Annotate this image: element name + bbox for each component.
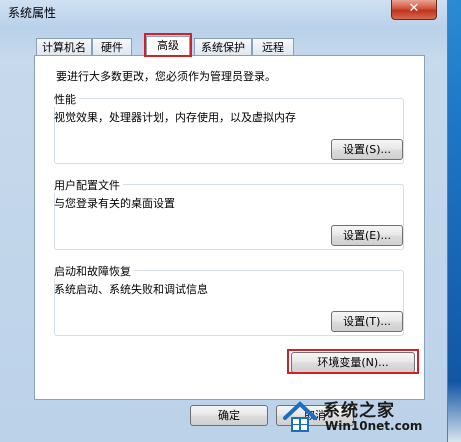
tab-remote[interactable]: 远程 xyxy=(252,38,294,55)
startup-recovery-description: 系统启动、系统失败和调试信息 xyxy=(54,283,208,296)
site-watermark: 系统之家 Win10net.com xyxy=(281,394,457,438)
close-button[interactable]: ✕ xyxy=(391,0,437,20)
startup-recovery-group: 启动和故障恢复 系统启动、系统失败和调试信息 设置(T)... xyxy=(54,263,404,336)
startup-recovery-label: 启动和故障恢复 xyxy=(54,263,134,279)
environment-variables-highlight xyxy=(287,349,419,374)
advanced-tab-panel: 要进行大多数更改，您必须作为管理员登录。 性能 视觉效果，处理器计划，内存使用，… xyxy=(34,55,425,400)
watermark-title: 系统之家 xyxy=(323,401,395,421)
house-logo-icon xyxy=(283,401,317,432)
performance-group: 性能 视觉效果，处理器计划，内存使用，以及虚拟内存 设置(S)... xyxy=(54,91,404,164)
performance-settings-button[interactable]: 设置(S)... xyxy=(331,139,403,160)
system-properties-window: 系统属性 ✕ 计算机名 硬件 高级 系统保护 远程 要进行大多数更改，您必须作为… xyxy=(0,0,448,442)
performance-label: 性能 xyxy=(54,91,79,107)
tab-computer-name[interactable]: 计算机名 xyxy=(36,38,92,55)
user-profiles-label: 用户配置文件 xyxy=(54,177,123,193)
user-profiles-description: 与您登录有关的桌面设置 xyxy=(54,197,175,210)
startup-recovery-settings-button[interactable]: 设置(T)... xyxy=(331,311,403,332)
window-title: 系统属性 xyxy=(8,6,57,20)
admin-note: 要进行大多数更改，您必须作为管理员登录。 xyxy=(56,70,276,83)
ok-button[interactable]: 确定 xyxy=(190,405,268,426)
user-profiles-group: 用户配置文件 与您登录有关的桌面设置 设置(E)... xyxy=(54,177,404,250)
tab-hardware[interactable]: 硬件 xyxy=(92,38,132,55)
user-profiles-settings-button[interactable]: 设置(E)... xyxy=(331,225,403,246)
tab-system-protection[interactable]: 系统保护 xyxy=(194,38,252,55)
advanced-tab-highlight xyxy=(144,33,192,57)
performance-description: 视觉效果，处理器计划，内存使用，以及虚拟内存 xyxy=(54,111,296,124)
watermark-url: Win10net.com xyxy=(325,419,423,433)
